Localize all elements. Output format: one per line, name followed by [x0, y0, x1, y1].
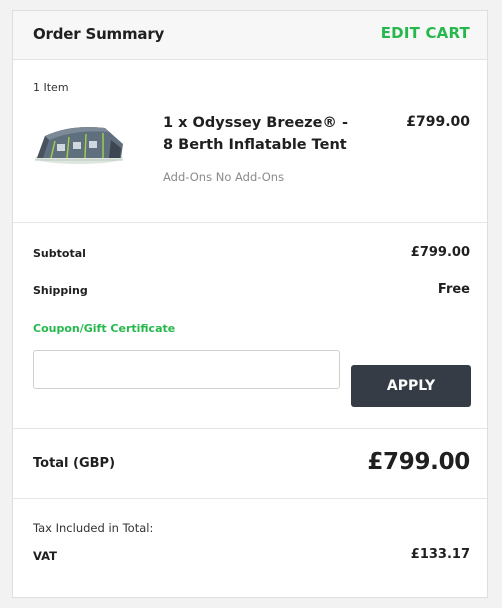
tax-section: Tax Included in Total: VAT £133.17 [13, 499, 487, 601]
item-count: 1 Item [33, 81, 69, 94]
order-summary-header: Order Summary EDIT CART [13, 11, 487, 60]
subtotal-label: Subtotal [33, 247, 86, 260]
subtotal-value: £799.00 [410, 245, 470, 260]
vat-value: £133.17 [410, 547, 470, 562]
order-summary-card: Order Summary EDIT CART 1 Item 1 x Odyss… [12, 10, 488, 598]
edit-cart-link[interactable]: EDIT CART [381, 24, 470, 42]
order-summary-title: Order Summary [33, 25, 165, 43]
tax-included-note: Tax Included in Total: [33, 521, 154, 535]
shipping-value: Free [437, 282, 470, 297]
product-price: £799.00 [406, 114, 470, 130]
total-value: £799.00 [367, 449, 470, 475]
vat-label: VAT [33, 549, 57, 563]
cart-items-section: 1 Item 1 x Odyssey Breeze® - 8 Berth Inf… [13, 60, 487, 223]
apply-coupon-button[interactable]: APPLY [351, 365, 471, 407]
totals-section: Subtotal £799.00 Shipping Free Coupon/Gi… [13, 223, 487, 429]
coupon-input[interactable] [33, 350, 340, 389]
coupon-toggle[interactable]: Coupon/Gift Certificate [33, 322, 175, 335]
total-label: Total (GBP) [33, 456, 116, 471]
grand-total-section: Total (GBP) £799.00 [13, 429, 487, 499]
shipping-label: Shipping [33, 284, 88, 297]
tent-product-image[interactable] [31, 114, 131, 170]
product-addons: Add-Ons No Add-Ons [163, 170, 285, 184]
product-name[interactable]: 1 x Odyssey Breeze® - 8 Berth Inflatable… [163, 112, 363, 156]
